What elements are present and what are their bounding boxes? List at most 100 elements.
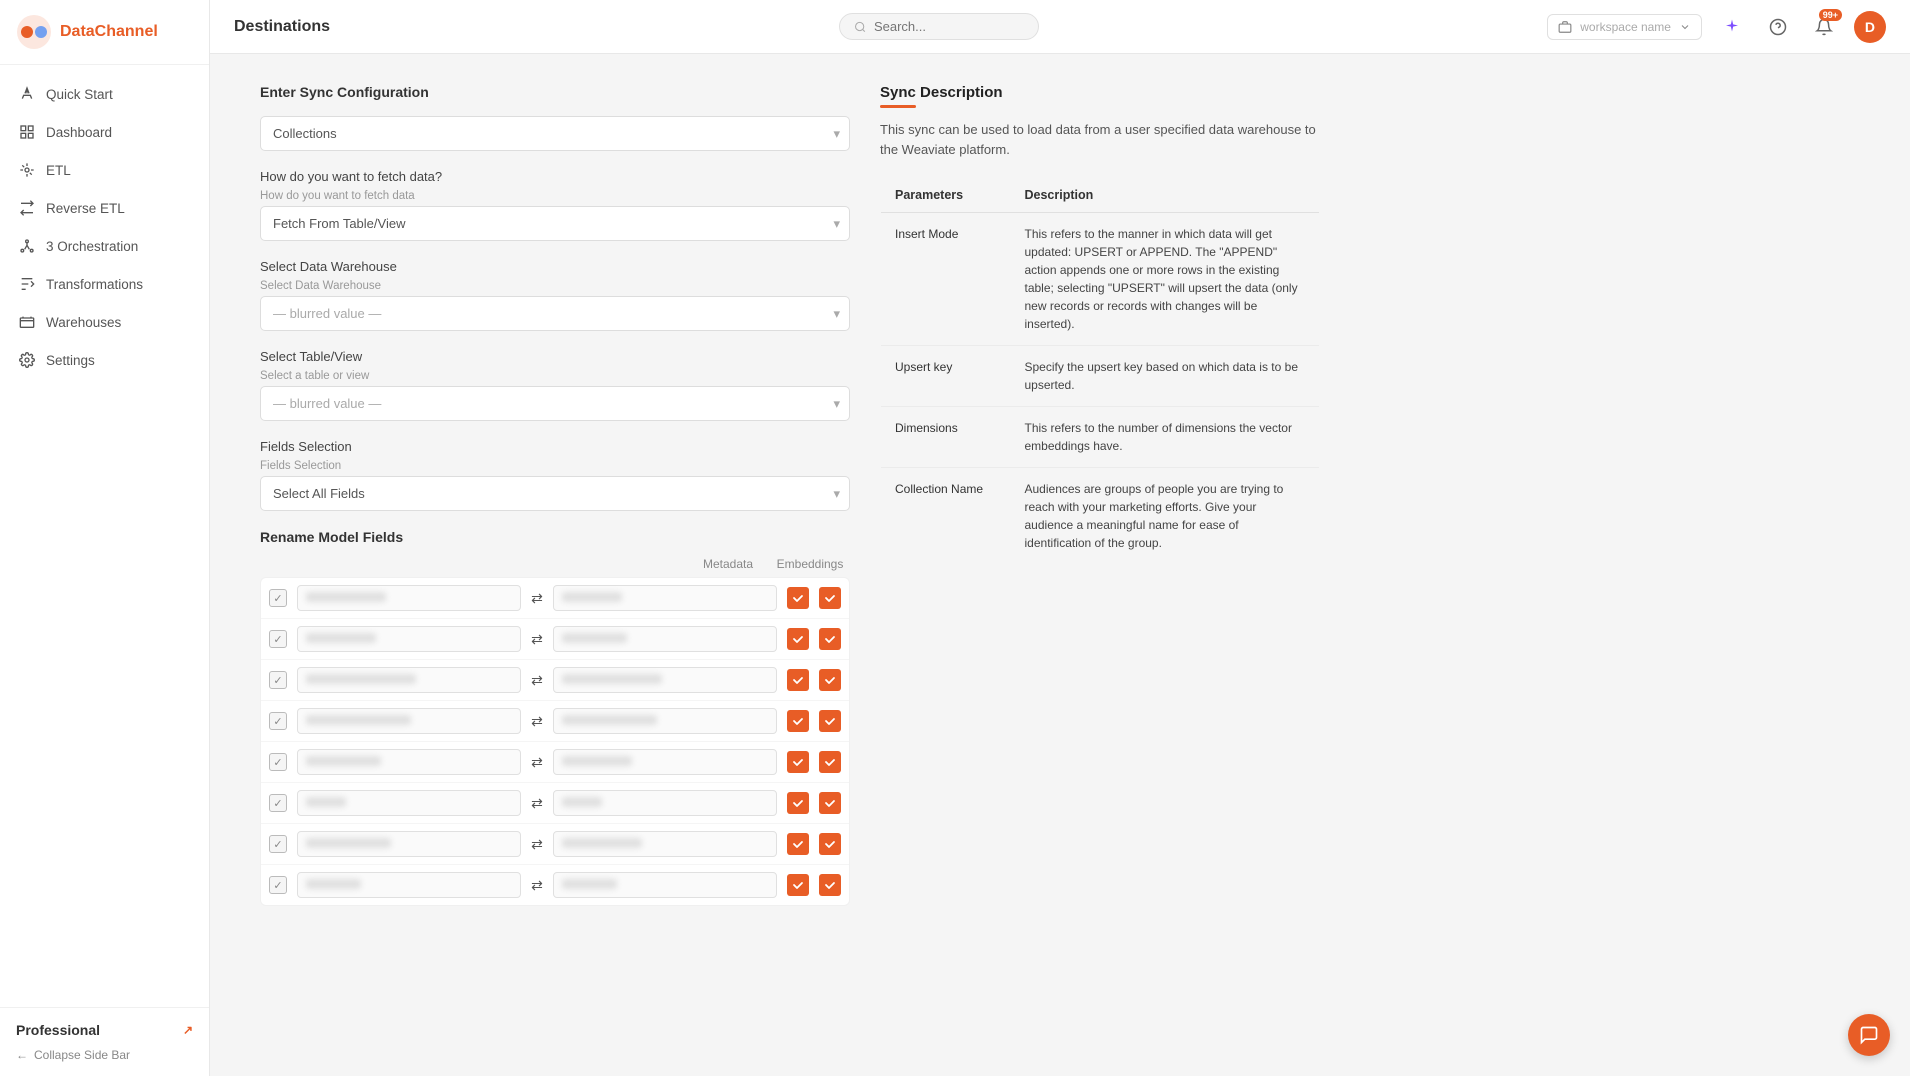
param-name-2: Upsert key bbox=[881, 346, 1011, 407]
transfer-arrow-3: ⇄ bbox=[531, 672, 543, 689]
fetch-data-sublabel: How do you want to fetch data bbox=[260, 190, 850, 202]
field-checkbox-3[interactable]: ✓ bbox=[269, 671, 287, 689]
field-input-1[interactable] bbox=[297, 585, 521, 611]
field-checkbox-8[interactable]: ✓ bbox=[269, 876, 287, 894]
logo-icon bbox=[16, 14, 52, 50]
transfer-arrow-4: ⇄ bbox=[531, 713, 543, 730]
rocket-icon bbox=[18, 85, 36, 103]
metadata-check-4[interactable] bbox=[787, 710, 809, 732]
search-input[interactable] bbox=[874, 19, 1024, 34]
fields-scroll-area[interactable]: ✓ ⇄ ✓ ⇄ ✓ bbox=[260, 577, 850, 906]
sidebar-item-label-quickstart: Quick Start bbox=[46, 87, 113, 102]
fetch-data-select[interactable]: Fetch From Table/View bbox=[260, 206, 850, 241]
fields-select[interactable]: Select All Fields bbox=[260, 476, 850, 511]
sidebar-item-label-etl: ETL bbox=[46, 163, 71, 178]
collections-group: Collections ▾ bbox=[260, 116, 850, 151]
external-link-icon[interactable]: ↗ bbox=[183, 1023, 193, 1037]
settings-icon bbox=[18, 351, 36, 369]
field-checkbox-2[interactable]: ✓ bbox=[269, 630, 287, 648]
transfer-arrow-7: ⇄ bbox=[531, 836, 543, 853]
fields-select-wrapper: Select All Fields ▾ bbox=[260, 476, 850, 511]
sparkle-button[interactable] bbox=[1716, 11, 1748, 43]
collections-select[interactable]: Collections bbox=[260, 116, 850, 151]
field-checkbox-1[interactable]: ✓ bbox=[269, 589, 287, 607]
field-checkbox-4[interactable]: ✓ bbox=[269, 712, 287, 730]
logo-area: DataChannel bbox=[0, 0, 209, 65]
avatar-initial: D bbox=[1865, 19, 1875, 35]
field-output-3[interactable] bbox=[553, 667, 777, 693]
metadata-check-6[interactable] bbox=[787, 792, 809, 814]
field-input-2[interactable] bbox=[297, 626, 521, 652]
professional-badge: Professional ↗ bbox=[16, 1022, 193, 1038]
metadata-col-label: Metadata bbox=[692, 557, 764, 571]
field-output-7[interactable] bbox=[553, 831, 777, 857]
warehouse-select-wrapper: — blurred value — ▾ bbox=[260, 296, 850, 331]
field-output-4[interactable] bbox=[553, 708, 777, 734]
embeddings-check-7[interactable] bbox=[819, 833, 841, 855]
field-input-8[interactable] bbox=[297, 872, 521, 898]
embeddings-check-5[interactable] bbox=[819, 751, 841, 773]
collapse-sidebar-button[interactable]: ← Collapse Side Bar bbox=[16, 1048, 193, 1062]
table-row: ✓ ⇄ bbox=[261, 619, 849, 660]
table-row: ✓ ⇄ bbox=[261, 660, 849, 701]
help-button[interactable] bbox=[1762, 11, 1794, 43]
fields-header: Metadata Embeddings bbox=[260, 557, 850, 571]
sidebar-item-label-orchestration: 3 Orchestration bbox=[46, 239, 138, 254]
param-name-3: Dimensions bbox=[881, 407, 1011, 468]
metadata-check-5[interactable] bbox=[787, 751, 809, 773]
field-input-3[interactable] bbox=[297, 667, 521, 693]
embeddings-check-3[interactable] bbox=[819, 669, 841, 691]
param-name-4: Collection Name bbox=[881, 468, 1011, 565]
metadata-check-2[interactable] bbox=[787, 628, 809, 650]
metadata-check-7[interactable] bbox=[787, 833, 809, 855]
sidebar-item-quickstart[interactable]: Quick Start bbox=[0, 75, 209, 113]
field-input-7[interactable] bbox=[297, 831, 521, 857]
warehouse-sublabel: Select Data Warehouse bbox=[260, 280, 850, 292]
sidebar-item-transformations[interactable]: Transformations bbox=[0, 265, 209, 303]
chat-bubble-button[interactable] bbox=[1848, 1014, 1890, 1056]
warehouse-select[interactable]: — blurred value — bbox=[260, 296, 850, 331]
field-output-6[interactable] bbox=[553, 790, 777, 816]
table-select[interactable]: — blurred value — bbox=[260, 386, 850, 421]
table-row: ✓ ⇄ bbox=[261, 783, 849, 824]
sidebar-item-settings[interactable]: Settings bbox=[0, 341, 209, 379]
field-output-8[interactable] bbox=[553, 872, 777, 898]
field-input-4[interactable] bbox=[297, 708, 521, 734]
etl-icon bbox=[18, 161, 36, 179]
field-input-5[interactable] bbox=[297, 749, 521, 775]
field-checkbox-7[interactable]: ✓ bbox=[269, 835, 287, 853]
embeddings-check-4[interactable] bbox=[819, 710, 841, 732]
table-row: Dimensions This refers to the number of … bbox=[881, 407, 1320, 468]
metadata-check-8[interactable] bbox=[787, 874, 809, 896]
rename-section-title: Rename Model Fields bbox=[260, 529, 850, 545]
sidebar-item-dashboard[interactable]: Dashboard bbox=[0, 113, 209, 151]
transfer-arrow-2: ⇄ bbox=[531, 631, 543, 648]
field-input-6[interactable] bbox=[297, 790, 521, 816]
workspace-selector[interactable]: workspace name bbox=[1547, 14, 1702, 40]
field-output-2[interactable] bbox=[553, 626, 777, 652]
table-row: ✓ ⇄ bbox=[261, 742, 849, 783]
transformations-icon bbox=[18, 275, 36, 293]
search-box[interactable] bbox=[839, 13, 1039, 40]
table-row: Upsert key Specify the upsert key based … bbox=[881, 346, 1320, 407]
user-avatar[interactable]: D bbox=[1854, 11, 1886, 43]
left-panel: Enter Sync Configuration Collections ▾ H… bbox=[260, 84, 850, 1046]
sidebar-bottom: Professional ↗ ← Collapse Side Bar bbox=[0, 1007, 209, 1076]
sidebar-item-warehouses[interactable]: Warehouses bbox=[0, 303, 209, 341]
page-title: Destinations bbox=[234, 18, 330, 36]
warehouses-icon bbox=[18, 313, 36, 331]
embeddings-check-1[interactable] bbox=[819, 587, 841, 609]
field-output-5[interactable] bbox=[553, 749, 777, 775]
sidebar-item-etl[interactable]: ETL bbox=[0, 151, 209, 189]
embeddings-check-2[interactable] bbox=[819, 628, 841, 650]
sidebar-item-orchestration[interactable]: 3 Orchestration bbox=[0, 227, 209, 265]
field-checkbox-5[interactable]: ✓ bbox=[269, 753, 287, 771]
notification-button[interactable]: 99+ bbox=[1808, 11, 1840, 43]
embeddings-check-8[interactable] bbox=[819, 874, 841, 896]
field-output-1[interactable] bbox=[553, 585, 777, 611]
sidebar-item-reverse-etl[interactable]: Reverse ETL bbox=[0, 189, 209, 227]
metadata-check-1[interactable] bbox=[787, 587, 809, 609]
field-checkbox-6[interactable]: ✓ bbox=[269, 794, 287, 812]
embeddings-check-6[interactable] bbox=[819, 792, 841, 814]
metadata-check-3[interactable] bbox=[787, 669, 809, 691]
